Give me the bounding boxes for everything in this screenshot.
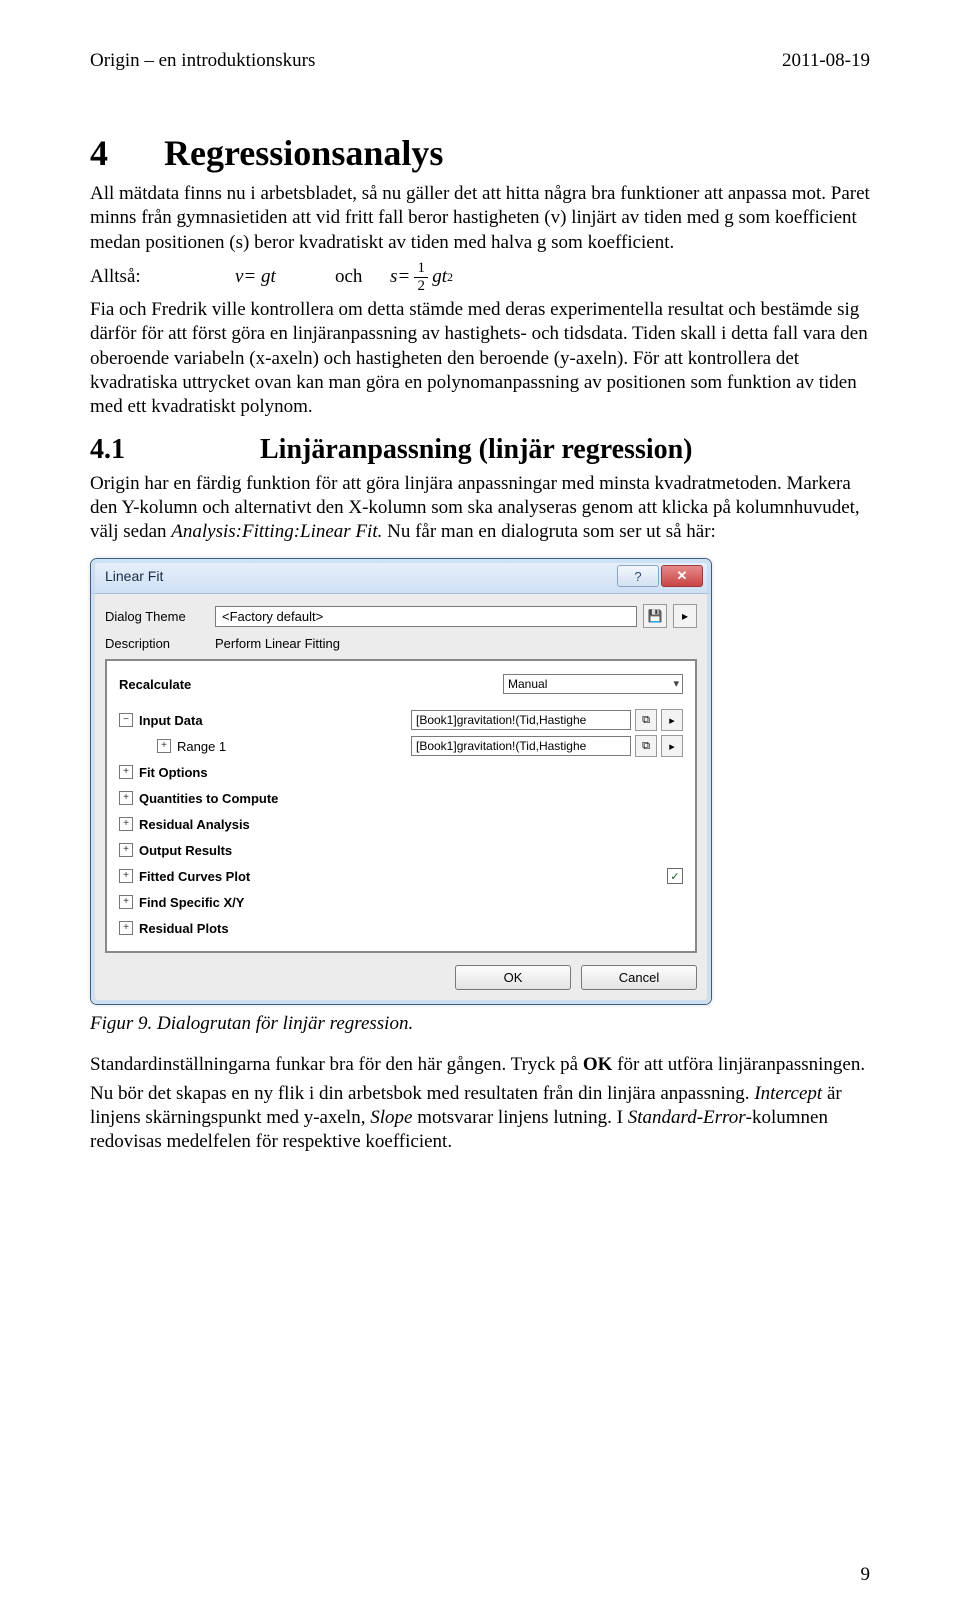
- theme-menu-button[interactable]: ▸: [673, 604, 697, 628]
- residual-label: Residual Analysis: [139, 817, 683, 832]
- theme-combo[interactable]: <Factory default>: [215, 606, 637, 627]
- intro-paragraph-2: Fia och Fredrik ville kontrollera om det…: [90, 298, 870, 420]
- running-header: Origin – en introduktionskurs 2011-08-19: [90, 50, 870, 72]
- flyout-icon: ▸: [669, 714, 675, 727]
- picker-icon: ⧉: [642, 714, 650, 727]
- linear-fit-paragraph: Origin har en färdig funktion för att gö…: [90, 472, 870, 545]
- description-label: Description: [105, 636, 215, 651]
- intro-paragraph-1: All mätdata finns nu i arbetsbladet, så …: [90, 182, 870, 255]
- output-toggle[interactable]: +: [119, 843, 133, 857]
- recalculate-combo[interactable]: Manual: [503, 674, 683, 694]
- range1-toggle[interactable]: +: [157, 739, 171, 753]
- findxy-toggle[interactable]: +: [119, 895, 133, 909]
- section-number: 4: [90, 132, 164, 174]
- recalculate-label: Recalculate: [119, 677, 503, 692]
- cancel-button[interactable]: Cancel: [581, 965, 697, 990]
- description-text: Perform Linear Fitting: [215, 636, 340, 651]
- linear-fit-dialog: Linear Fit ? ✕ Dialog Theme <Factory def…: [90, 558, 712, 1005]
- inputdata-toggle[interactable]: −: [119, 713, 133, 727]
- fittedplot-label: Fitted Curves Plot: [139, 869, 607, 884]
- subsection-heading: 4.1Linjäranpassning (linjär regression): [90, 434, 870, 466]
- formula-eq2: s= 1 2 gt2: [390, 261, 453, 294]
- formula-eq1: v= gt: [235, 266, 335, 288]
- residualplots-toggle[interactable]: +: [119, 921, 133, 935]
- output-label: Output Results: [139, 843, 683, 858]
- formula-och: och: [335, 266, 390, 288]
- theme-label: Dialog Theme: [105, 609, 215, 624]
- findxy-label: Find Specific X/Y: [139, 895, 683, 910]
- fittedplot-checkbox[interactable]: ✓: [667, 868, 683, 884]
- fitoptions-label: Fit Options: [139, 765, 683, 780]
- residualplots-label: Residual Plots: [139, 921, 683, 936]
- post-dialog-paragraph-2: Nu bör det skapas en ny flik i din arbet…: [90, 1082, 870, 1155]
- inputdata-picker-button[interactable]: ⧉: [635, 709, 657, 731]
- quantities-toggle[interactable]: +: [119, 791, 133, 805]
- ok-button[interactable]: OK: [455, 965, 571, 990]
- save-icon: 💾: [648, 609, 663, 623]
- header-right: 2011-08-19: [782, 50, 870, 72]
- fraction-half: 1 2: [414, 261, 428, 294]
- flyout-icon: ▸: [669, 740, 675, 753]
- check-icon: ✓: [670, 870, 679, 883]
- theme-save-button[interactable]: 💾: [643, 604, 667, 628]
- page-number: 9: [861, 1564, 871, 1586]
- inputdata-field[interactable]: [Book1]gravitation!(Tid,Hastighe: [411, 710, 631, 730]
- formula-lead: Alltså:: [90, 266, 235, 288]
- dialog-titlebar[interactable]: Linear Fit ? ✕: [91, 559, 711, 594]
- range1-picker-button[interactable]: ⧉: [635, 735, 657, 757]
- help-icon: ?: [634, 569, 641, 584]
- subsection-number: 4.1: [90, 434, 260, 466]
- inputdata-flyout-button[interactable]: ▸: [661, 709, 683, 731]
- range1-flyout-button[interactable]: ▸: [661, 735, 683, 757]
- quantities-label: Quantities to Compute: [139, 791, 683, 806]
- range1-label: Range 1: [177, 739, 411, 754]
- flyout-icon: ▸: [682, 609, 688, 623]
- post-dialog-paragraph-1: Standardinställningarna funkar bra för d…: [90, 1053, 870, 1077]
- picker-icon: ⧉: [642, 740, 650, 753]
- close-icon: ✕: [677, 568, 688, 584]
- options-panel: Recalculate Manual − Input Data [Book1]g…: [105, 659, 697, 953]
- section-heading: 4Regressionsanalys: [90, 132, 870, 174]
- header-left: Origin – en introduktionskurs: [90, 50, 315, 72]
- formula-line: Alltså: v= gt och s= 1 2 gt2: [90, 261, 870, 294]
- figure-caption: Figur 9. Dialogrutan för linjär regressi…: [90, 1013, 870, 1035]
- range1-field[interactable]: [Book1]gravitation!(Tid,Hastighe: [411, 736, 631, 756]
- fitoptions-toggle[interactable]: +: [119, 765, 133, 779]
- subsection-title-text: Linjäranpassning (linjär regression): [260, 434, 693, 465]
- residual-toggle[interactable]: +: [119, 817, 133, 831]
- inputdata-label: Input Data: [139, 713, 411, 728]
- help-button[interactable]: ?: [617, 565, 659, 587]
- fittedplot-toggle[interactable]: +: [119, 869, 133, 883]
- dialog-title: Linear Fit: [105, 568, 163, 584]
- section-title-text: Regressionsanalys: [164, 133, 443, 173]
- close-button[interactable]: ✕: [661, 565, 703, 587]
